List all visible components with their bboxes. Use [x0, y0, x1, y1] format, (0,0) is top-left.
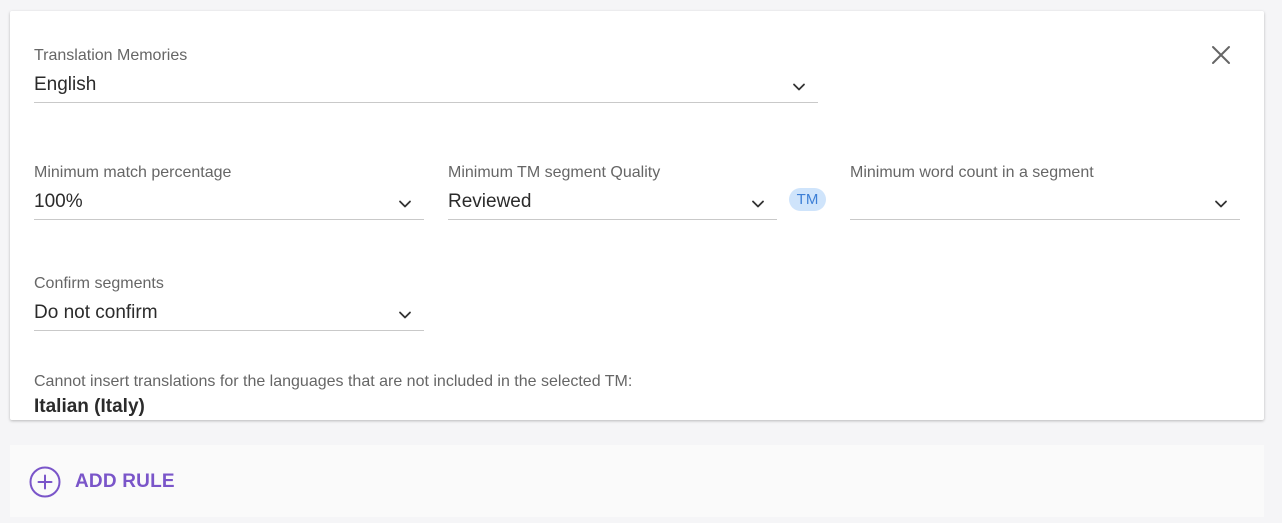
- min-word-count-label: Minimum word count in a segment: [850, 164, 1094, 181]
- min-quality-field: Minimum TM segment Quality Reviewed: [448, 163, 777, 220]
- translation-memories-field: Translation Memories English: [34, 46, 818, 103]
- min-quality-select[interactable]: Reviewed: [448, 189, 777, 220]
- min-match-field: Minimum match percentage 100%: [34, 163, 424, 220]
- chevron-down-icon: [793, 83, 805, 91]
- translation-memories-value: English: [34, 74, 97, 95]
- min-match-value: 100%: [34, 191, 83, 212]
- chevron-down-icon: [1215, 200, 1227, 208]
- min-quality-value: Reviewed: [448, 191, 532, 212]
- translation-memories-select[interactable]: English: [34, 72, 818, 103]
- close-icon: [1212, 46, 1230, 64]
- language-notice: Cannot insert translations for the langu…: [34, 373, 633, 390]
- close-button[interactable]: [1209, 43, 1233, 67]
- confirm-segments-field: Confirm segments Do not confirm: [34, 274, 424, 331]
- add-rule-bar: ADD RULE: [10, 445, 1264, 517]
- confirm-segments-select[interactable]: Do not confirm: [34, 300, 424, 331]
- tm-badge: TM: [789, 188, 826, 211]
- translation-memories-label: Translation Memories: [34, 47, 188, 64]
- excluded-language: Italian (Italy): [34, 396, 145, 417]
- chevron-down-icon: [399, 200, 411, 208]
- min-match-select[interactable]: 100%: [34, 189, 424, 220]
- min-word-count-field: Minimum word count in a segment: [850, 163, 1240, 220]
- confirm-segments-label: Confirm segments: [34, 275, 164, 292]
- plus-circle-icon: [29, 466, 61, 498]
- min-word-count-select[interactable]: [850, 189, 1240, 220]
- chevron-down-icon: [399, 311, 411, 319]
- chevron-down-icon: [752, 200, 764, 208]
- min-match-label: Minimum match percentage: [34, 164, 232, 181]
- add-rule-label: ADD RULE: [75, 471, 175, 492]
- confirm-segments-value: Do not confirm: [34, 302, 158, 323]
- rule-card: Translation Memories English Minimum mat…: [10, 11, 1264, 420]
- add-rule-button[interactable]: ADD RULE: [29, 465, 175, 499]
- min-quality-label: Minimum TM segment Quality: [448, 164, 661, 181]
